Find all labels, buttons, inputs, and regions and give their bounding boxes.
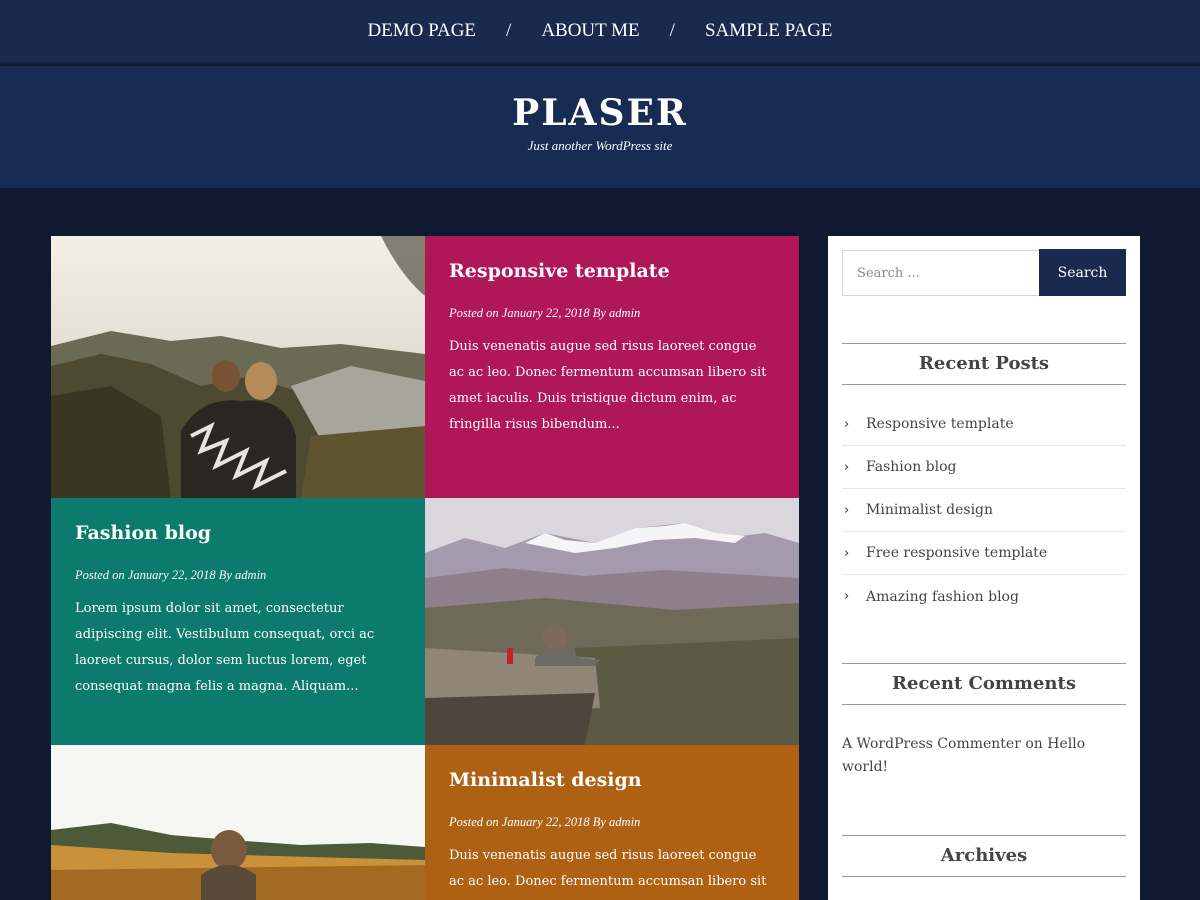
post-card-responsive-template: Responsive template Posted on January 22… — [425, 236, 799, 498]
comment-connector: on — [1025, 736, 1043, 752]
post-excerpt: Duis venenatis augue sed risus laoreet c… — [449, 339, 767, 432]
recent-comment: A WordPress Commenter on Hello world! — [842, 733, 1126, 779]
post-excerpt: Lorem ipsum dolor sit amet, consectetur … — [75, 601, 375, 694]
list-item: › Amazing fashion blog — [842, 575, 1126, 618]
post-card-minimalist-design: Minimalist design Posted on January 22, … — [425, 745, 799, 900]
post-meta: Posted on January 22, 2018 By admin — [449, 306, 641, 320]
list-item: › Minimalist design — [842, 489, 1126, 532]
archives-heading: Archives — [842, 835, 1126, 877]
chevron-right-icon: › — [844, 459, 850, 475]
recent-post-link[interactable]: Amazing fashion blog — [866, 589, 1019, 605]
recent-posts-heading: Recent Posts — [842, 343, 1126, 385]
site-title[interactable]: PLASER — [0, 92, 1200, 134]
search-input[interactable] — [842, 250, 1040, 296]
chevron-right-icon: › — [844, 545, 850, 561]
nav-item-sample-page[interactable]: SAMPLE PAGE — [701, 20, 837, 42]
nav-item-demo-page[interactable]: DEMO PAGE — [363, 20, 480, 42]
recent-post-link[interactable]: Minimalist design — [866, 502, 993, 518]
nav-item-about-me[interactable]: ABOUT ME — [537, 20, 643, 42]
chevron-right-icon: › — [844, 589, 850, 604]
site-header: PLASER Just another WordPress site — [0, 66, 1200, 188]
list-item: › Fashion blog — [842, 446, 1126, 489]
recent-posts-list: › Responsive template › Fashion blog › Mini… — [842, 403, 1126, 618]
recent-post-link[interactable]: Fashion blog — [866, 459, 957, 475]
post-title[interactable]: Minimalist design — [449, 769, 642, 791]
post-thumbnail-field-girl[interactable] — [51, 745, 425, 900]
nav-separator: / — [506, 20, 512, 41]
comment-author-link[interactable]: A WordPress Commenter — [842, 736, 1021, 752]
chevron-right-icon: › — [844, 502, 850, 518]
chevron-right-icon: › — [844, 416, 850, 432]
search-button[interactable]: Search — [1039, 249, 1126, 296]
post-title[interactable]: Responsive template — [449, 260, 670, 282]
recent-comments-heading: Recent Comments — [842, 663, 1126, 705]
nav-separator: / — [669, 20, 675, 41]
post-thumbnail-couple-cliff[interactable] — [51, 236, 425, 498]
posts-grid: Responsive template Posted on January 22… — [51, 236, 799, 900]
sidebar: Search Recent Posts › Responsive template… — [828, 236, 1140, 900]
post-meta: Posted on January 22, 2018 By admin — [75, 568, 267, 582]
post-card-fashion-blog: Fashion blog Posted on January 22, 2018 … — [51, 498, 425, 745]
post-meta: Posted on January 22, 2018 By admin — [449, 815, 641, 829]
list-item: › Responsive template — [842, 403, 1126, 446]
post-thumbnail-mountain-hiker[interactable] — [425, 498, 799, 745]
recent-post-link[interactable]: Responsive template — [866, 416, 1014, 432]
top-navigation: DEMO PAGE / ABOUT ME / SAMPLE PAGE — [0, 0, 1200, 64]
post-title[interactable]: Fashion blog — [75, 522, 211, 544]
post-excerpt: Duis venenatis augue sed risus laoreet c… — [449, 848, 767, 889]
recent-post-link[interactable]: Free responsive template — [866, 545, 1047, 561]
list-item: › Free responsive template — [842, 532, 1126, 575]
site-description: Just another WordPress site — [527, 138, 673, 153]
